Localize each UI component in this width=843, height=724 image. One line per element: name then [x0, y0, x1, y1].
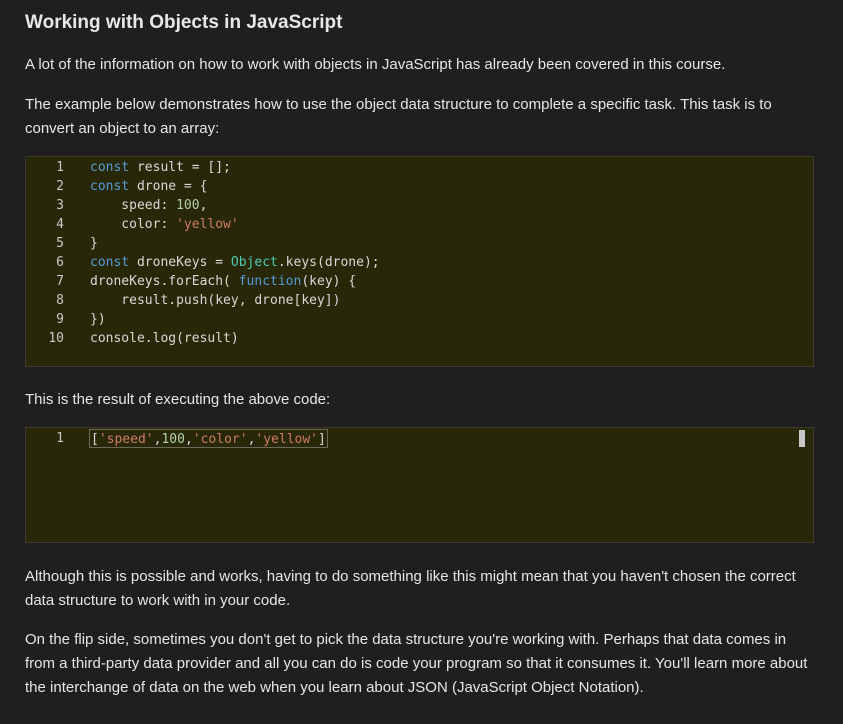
line-number: 4 — [56, 217, 64, 232]
code-text: }) — [90, 312, 106, 327]
line-number: 6 — [56, 255, 64, 270]
code-editor[interactable]: 1 const result = []; 2 const drone = { 3… — [25, 156, 814, 367]
code-line: 8 result.push(key, drone[key]) — [26, 291, 813, 310]
page-title: Working with Objects in JavaScript — [25, 12, 343, 33]
code-line: 2 const drone = { — [26, 177, 813, 196]
line-number: 2 — [56, 179, 64, 194]
line-number: 1 — [56, 431, 64, 446]
intro-paragraph: A lot of the information on how to work … — [25, 56, 726, 73]
example-paragraph: The example below demonstrates how to us… — [25, 96, 772, 137]
code-text: } — [90, 236, 98, 251]
code-text: console.log(result) — [90, 331, 239, 346]
output-editor[interactable]: 1 ['speed',100,'color','yellow'] — [25, 427, 814, 543]
code-line: 1 const result = []; — [26, 158, 813, 177]
line-number: 8 — [56, 293, 64, 308]
result-intro-paragraph: This is the result of executing the abov… — [25, 391, 331, 408]
flip-side-paragraph: On the flip side, sometimes you don't ge… — [25, 631, 808, 696]
output-line: 1 ['speed',100,'color','yellow'] — [26, 429, 813, 448]
code-line: 3 speed: 100, — [26, 196, 813, 215]
code-text: result.push(key, drone[key]) — [90, 293, 341, 308]
code-text: const droneKeys = Object.keys(drone); — [90, 255, 380, 270]
output-text: ['speed',100,'color','yellow'] — [89, 429, 328, 448]
line-number: 10 — [48, 331, 64, 346]
code-line: 10 console.log(result) — [26, 329, 813, 348]
code-text: droneKeys.forEach( function(key) { — [90, 274, 357, 289]
code-line: 5 } — [26, 234, 813, 253]
line-number: 3 — [56, 198, 64, 213]
code-text: color: 'yellow' — [90, 217, 239, 232]
line-number: 7 — [56, 274, 64, 289]
caveat-paragraph: Although this is possible and works, hav… — [25, 568, 796, 609]
code-line: 4 color: 'yellow' — [26, 215, 813, 234]
line-number: 5 — [56, 236, 64, 251]
code-line: 7 droneKeys.forEach( function(key) { — [26, 272, 813, 291]
text-cursor — [799, 430, 805, 447]
lesson-page: Working with Objects in JavaScript A lot… — [0, 0, 843, 724]
code-line: 9 }) — [26, 310, 813, 329]
code-text: speed: 100, — [90, 198, 208, 213]
code-line: 6 const droneKeys = Object.keys(drone); — [26, 253, 813, 272]
line-number: 9 — [56, 312, 64, 327]
code-text: const drone = { — [90, 179, 208, 194]
line-number: 1 — [56, 160, 64, 175]
code-text: const result = []; — [90, 160, 231, 175]
